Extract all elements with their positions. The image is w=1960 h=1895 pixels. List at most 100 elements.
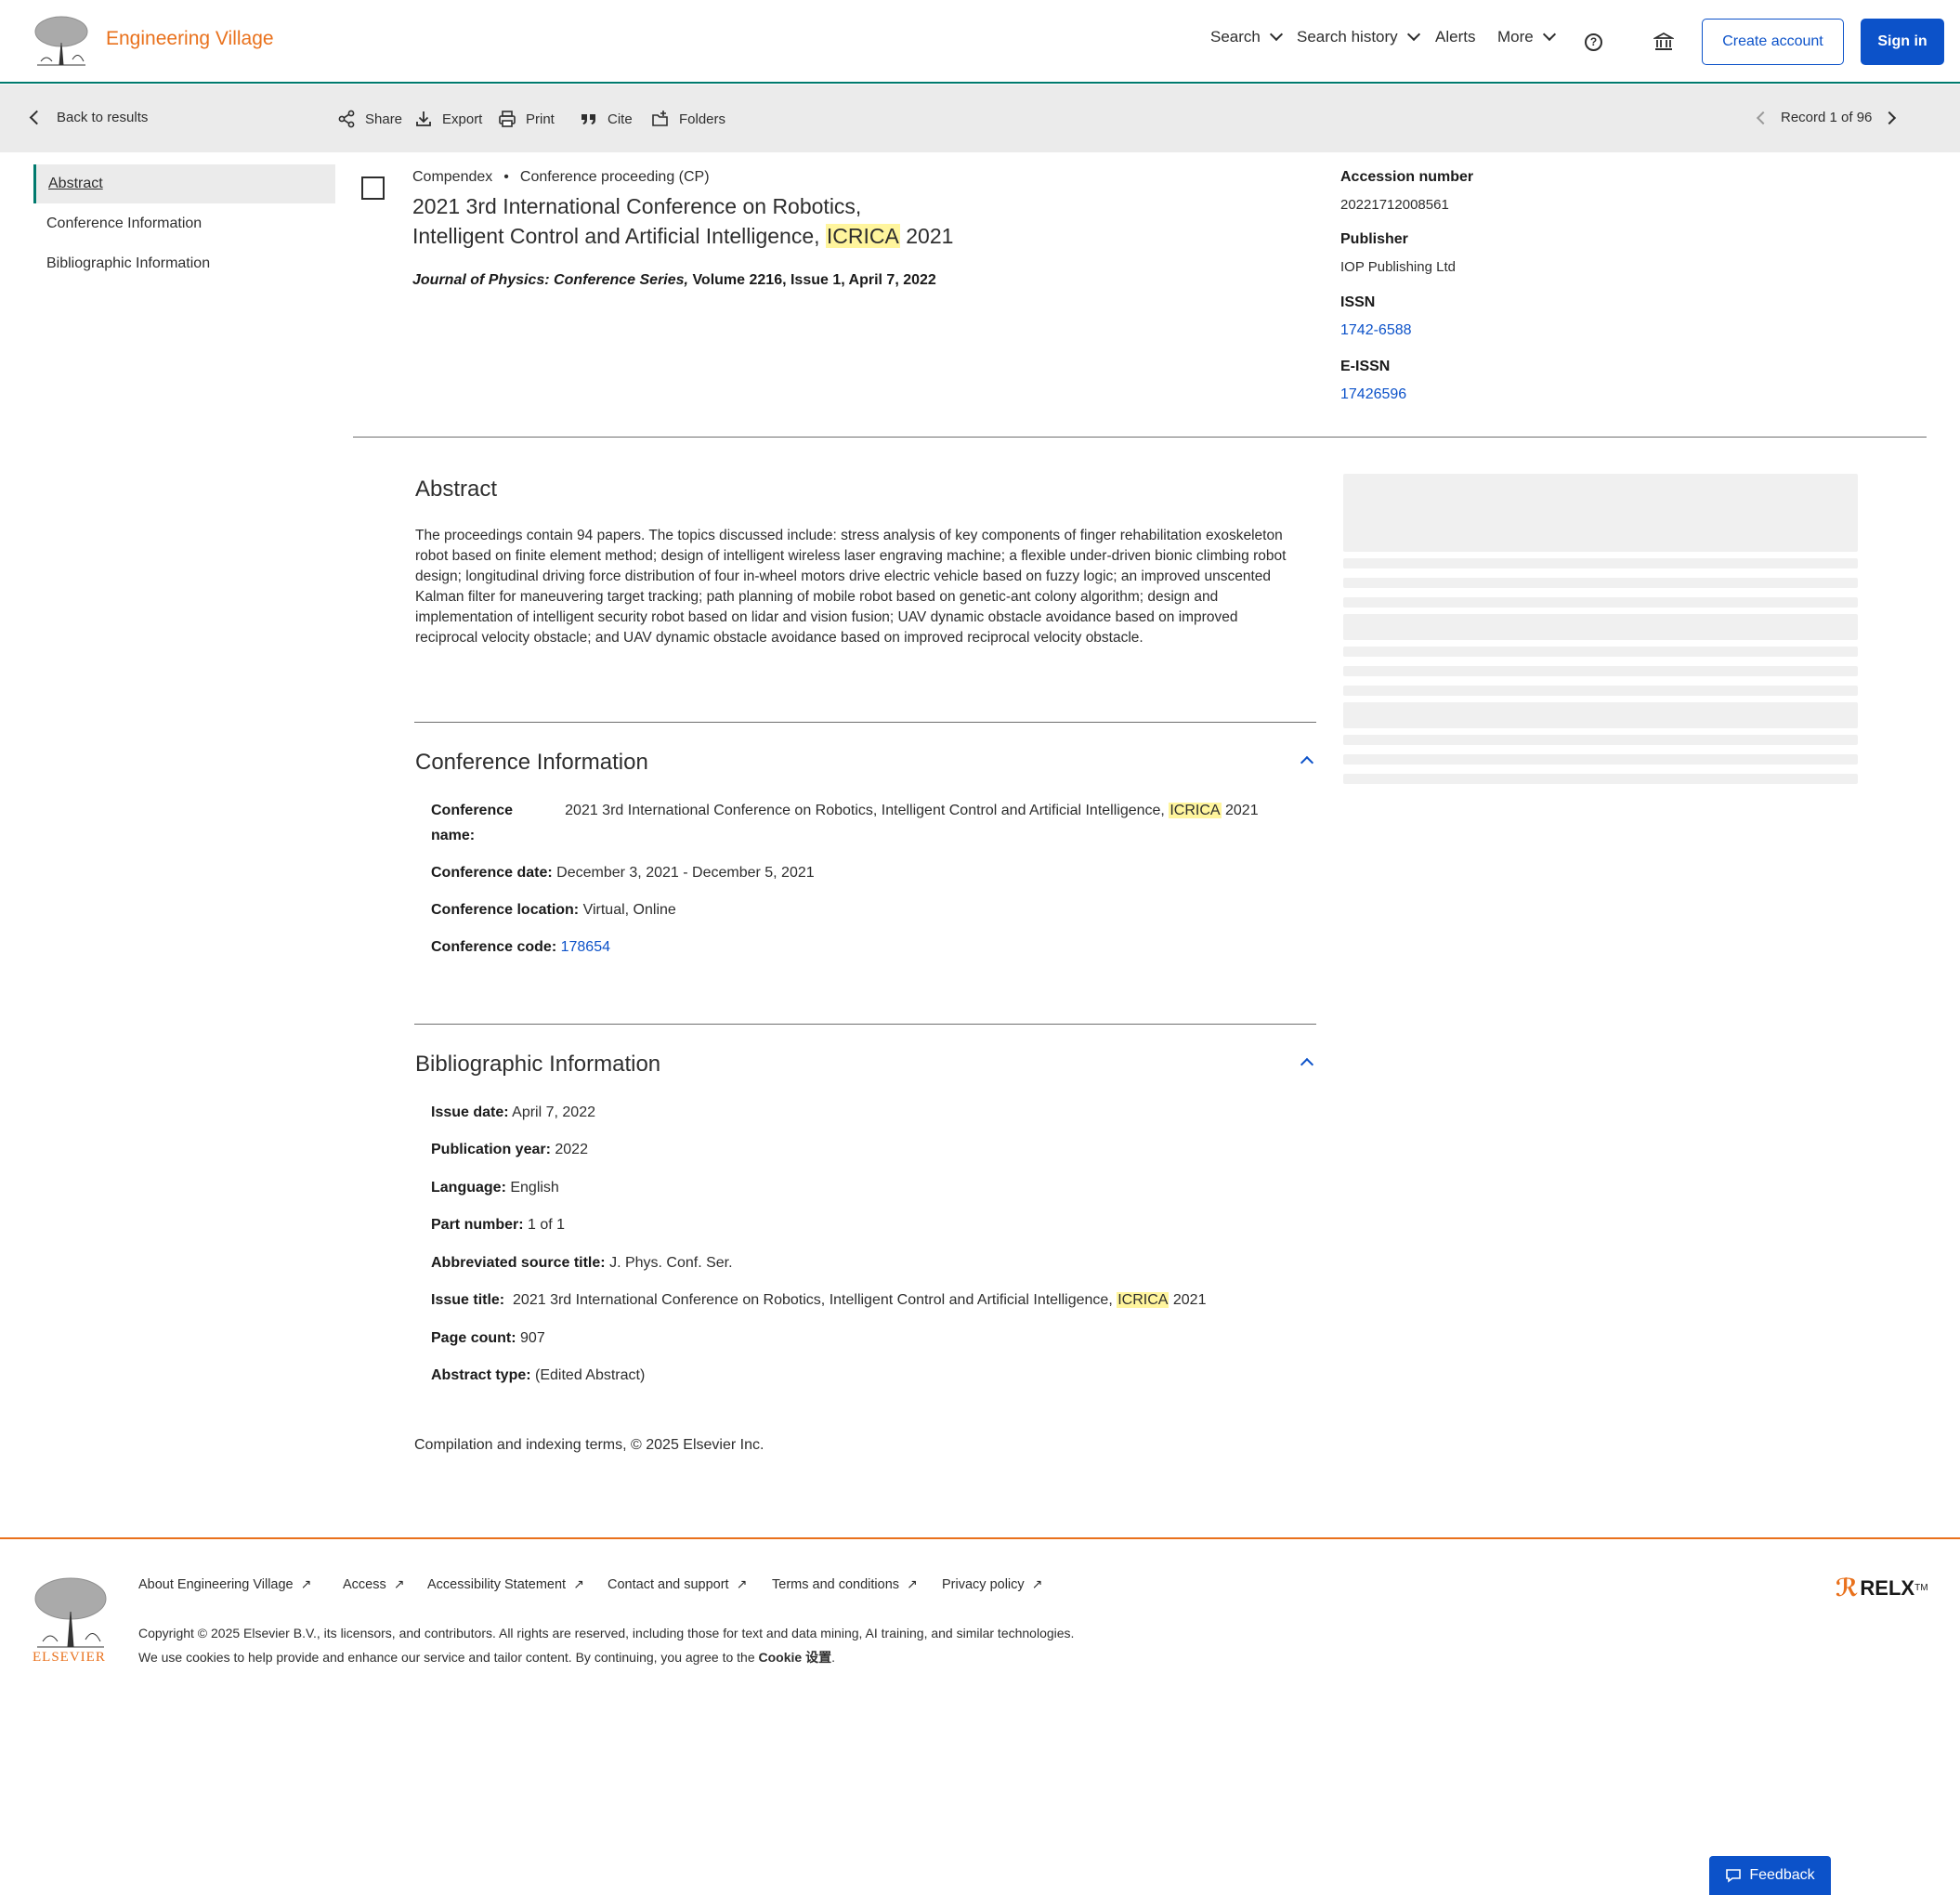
export-button[interactable]: Export: [414, 110, 482, 128]
conference-location-field: Conference location: Virtual, Online: [431, 897, 676, 922]
download-icon: [416, 111, 431, 126]
section-divider: [414, 722, 1316, 723]
cite-label: Cite: [608, 111, 633, 127]
cite-button[interactable]: Cite: [580, 110, 633, 128]
eissn-link[interactable]: 17426596: [1340, 386, 1406, 403]
relx-logo[interactable]: ℛ RELX TM: [1836, 1574, 1928, 1602]
issue-title-year: 2021: [1169, 1292, 1207, 1308]
share-button[interactable]: Share: [337, 110, 402, 128]
loading-placeholder-line: [1343, 774, 1858, 784]
external-link-icon: ↗: [1031, 1576, 1043, 1591]
create-account-button[interactable]: Create account: [1702, 19, 1844, 65]
elsevier-tree-logo[interactable]: [32, 15, 91, 67]
nav-search-history[interactable]: Search history: [1297, 27, 1420, 46]
journal-volume-issue: Volume 2216, Issue 1, April 7, 2022: [688, 272, 936, 288]
issue-title-field: Issue title: 2021 3rd International Conf…: [431, 1287, 1206, 1313]
record-toolbar: Back to results Share Export Print Cite …: [0, 85, 1960, 152]
conference-date-field: Conference date: December 3, 2021 - Dece…: [431, 860, 815, 885]
part-number-label: Part number:: [431, 1217, 524, 1233]
loading-placeholder-line: [1343, 686, 1858, 696]
issn-link[interactable]: 1742-6588: [1340, 322, 1412, 339]
record-title: 2021 3rd International Conference on Rob…: [412, 191, 1007, 251]
chevron-left-icon: [29, 110, 45, 125]
next-record-icon[interactable]: [1883, 111, 1897, 124]
conference-name-text: 2021 3rd International Conference on Rob…: [565, 803, 1169, 818]
publisher-block: Publisher IOP Publishing Ltd: [1340, 231, 1456, 275]
conference-date-value: December 3, 2021 - December 5, 2021: [556, 865, 815, 881]
page-count-label: Page count:: [431, 1330, 516, 1346]
elsevier-tree-logo[interactable]: [32, 1575, 110, 1649]
publication-year-value: 2022: [555, 1142, 588, 1157]
cookie-notice-text: We use cookies to help provide and enhan…: [138, 1650, 759, 1665]
abstract-text: The proceedings contain 94 papers. The t…: [415, 528, 1287, 646]
footer-link-privacy[interactable]: Privacy policy ↗: [942, 1576, 1042, 1592]
record-title-line2-post: 2021: [899, 224, 954, 248]
folder-add-icon: [652, 111, 668, 126]
institution-icon[interactable]: [1653, 32, 1674, 52]
abstract-heading: Abstract: [415, 477, 498, 502]
search-highlight: ICRICA: [1117, 1292, 1169, 1308]
nav-alerts[interactable]: Alerts: [1435, 28, 1475, 46]
chevron-up-icon[interactable]: [1300, 755, 1314, 770]
footer-cookie-notice: We use cookies to help provide and enhan…: [138, 1648, 835, 1666]
footer-divider: [0, 1537, 1960, 1539]
issn-block: ISSN 1742-6588: [1340, 294, 1412, 339]
abstract-type-value: (Edited Abstract): [535, 1367, 646, 1383]
cookie-settings-link[interactable]: Cookie 设置: [759, 1650, 832, 1665]
search-highlight: ICRICA: [825, 224, 900, 248]
language-value: English: [510, 1180, 559, 1196]
brand-name[interactable]: Engineering Village: [106, 28, 274, 50]
sidebar-item-conference-information[interactable]: Conference Information: [33, 204, 335, 243]
folders-button[interactable]: Folders: [651, 110, 725, 128]
print-button[interactable]: Print: [498, 110, 555, 128]
sidebar-item-bibliographic-information[interactable]: Bibliographic Information: [33, 244, 335, 283]
nav-alerts-label: Alerts: [1435, 28, 1476, 46]
back-to-results-link[interactable]: Back to results: [29, 110, 148, 125]
loading-placeholder-line: [1343, 666, 1858, 676]
journal-citation: Journal of Physics: Conference Series, V…: [412, 272, 936, 289]
eissn-block: E-ISSN 17426596: [1340, 359, 1406, 403]
trademark-symbol: TM: [1914, 1583, 1928, 1593]
publication-year-field: Publication year: 2022: [431, 1137, 588, 1162]
sidebar-item-abstract[interactable]: Abstract: [33, 164, 335, 203]
nav-search[interactable]: Search: [1210, 27, 1283, 46]
conference-location-label: Conference location:: [431, 902, 580, 918]
publisher-label: Publisher: [1340, 231, 1408, 247]
footer-link-accessibility-label: Accessibility Statement: [427, 1576, 567, 1592]
conference-name-value: 2021 3rd International Conference on Rob…: [559, 798, 1286, 848]
eissn-label: E-ISSN: [1340, 359, 1391, 374]
footer-link-terms-label: Terms and conditions: [772, 1576, 900, 1592]
chevron-up-icon[interactable]: [1300, 1057, 1314, 1072]
footer-link-terms[interactable]: Terms and conditions ↗: [772, 1576, 918, 1592]
loading-placeholder-line: [1343, 754, 1858, 765]
loading-placeholder-line: [1343, 597, 1858, 608]
abbreviated-source-title-value: J. Phys. Conf. Ser.: [609, 1255, 733, 1271]
conference-location-value: Virtual, Online: [582, 902, 676, 918]
sign-in-button[interactable]: Sign in: [1861, 19, 1944, 65]
record-counter: Record 1 of 96: [1781, 110, 1873, 125]
footer-link-about[interactable]: About Engineering Village ↗: [138, 1576, 311, 1592]
nav-more[interactable]: More: [1497, 27, 1556, 46]
previous-record-icon[interactable]: [1756, 111, 1771, 124]
issue-date-value: April 7, 2022: [512, 1104, 595, 1120]
record-source-line: Compendex • Conference proceeding (CP): [412, 169, 710, 186]
footer-link-access-label: Access: [343, 1576, 386, 1592]
footer-link-access[interactable]: Access ↗: [343, 1576, 404, 1592]
abstract-type-field: Abstract type: (Edited Abstract): [431, 1363, 645, 1388]
record-pager: Record 1 of 96: [1756, 110, 1897, 125]
header-divider: [353, 437, 1927, 438]
feedback-button[interactable]: Feedback: [1709, 1856, 1831, 1895]
footer-link-privacy-label: Privacy policy: [942, 1576, 1025, 1592]
conference-code-link[interactable]: 178654: [561, 939, 610, 955]
accession-value: 20221712008561: [1340, 197, 1449, 213]
help-icon[interactable]: ?: [1585, 33, 1602, 51]
footer-link-accessibility[interactable]: Accessibility Statement ↗: [427, 1576, 584, 1592]
bibliographic-heading: Bibliographic Information: [415, 1052, 661, 1077]
footer-link-contact[interactable]: Contact and support ↗: [608, 1576, 747, 1592]
loading-placeholder-block: [1343, 702, 1858, 728]
share-label: Share: [365, 111, 403, 127]
conference-heading: Conference Information: [415, 750, 648, 775]
select-record-checkbox[interactable]: [361, 176, 385, 200]
nav-search-history-label: Search history: [1297, 28, 1398, 46]
top-header: Engineering Village Search Search histor…: [0, 0, 1960, 84]
